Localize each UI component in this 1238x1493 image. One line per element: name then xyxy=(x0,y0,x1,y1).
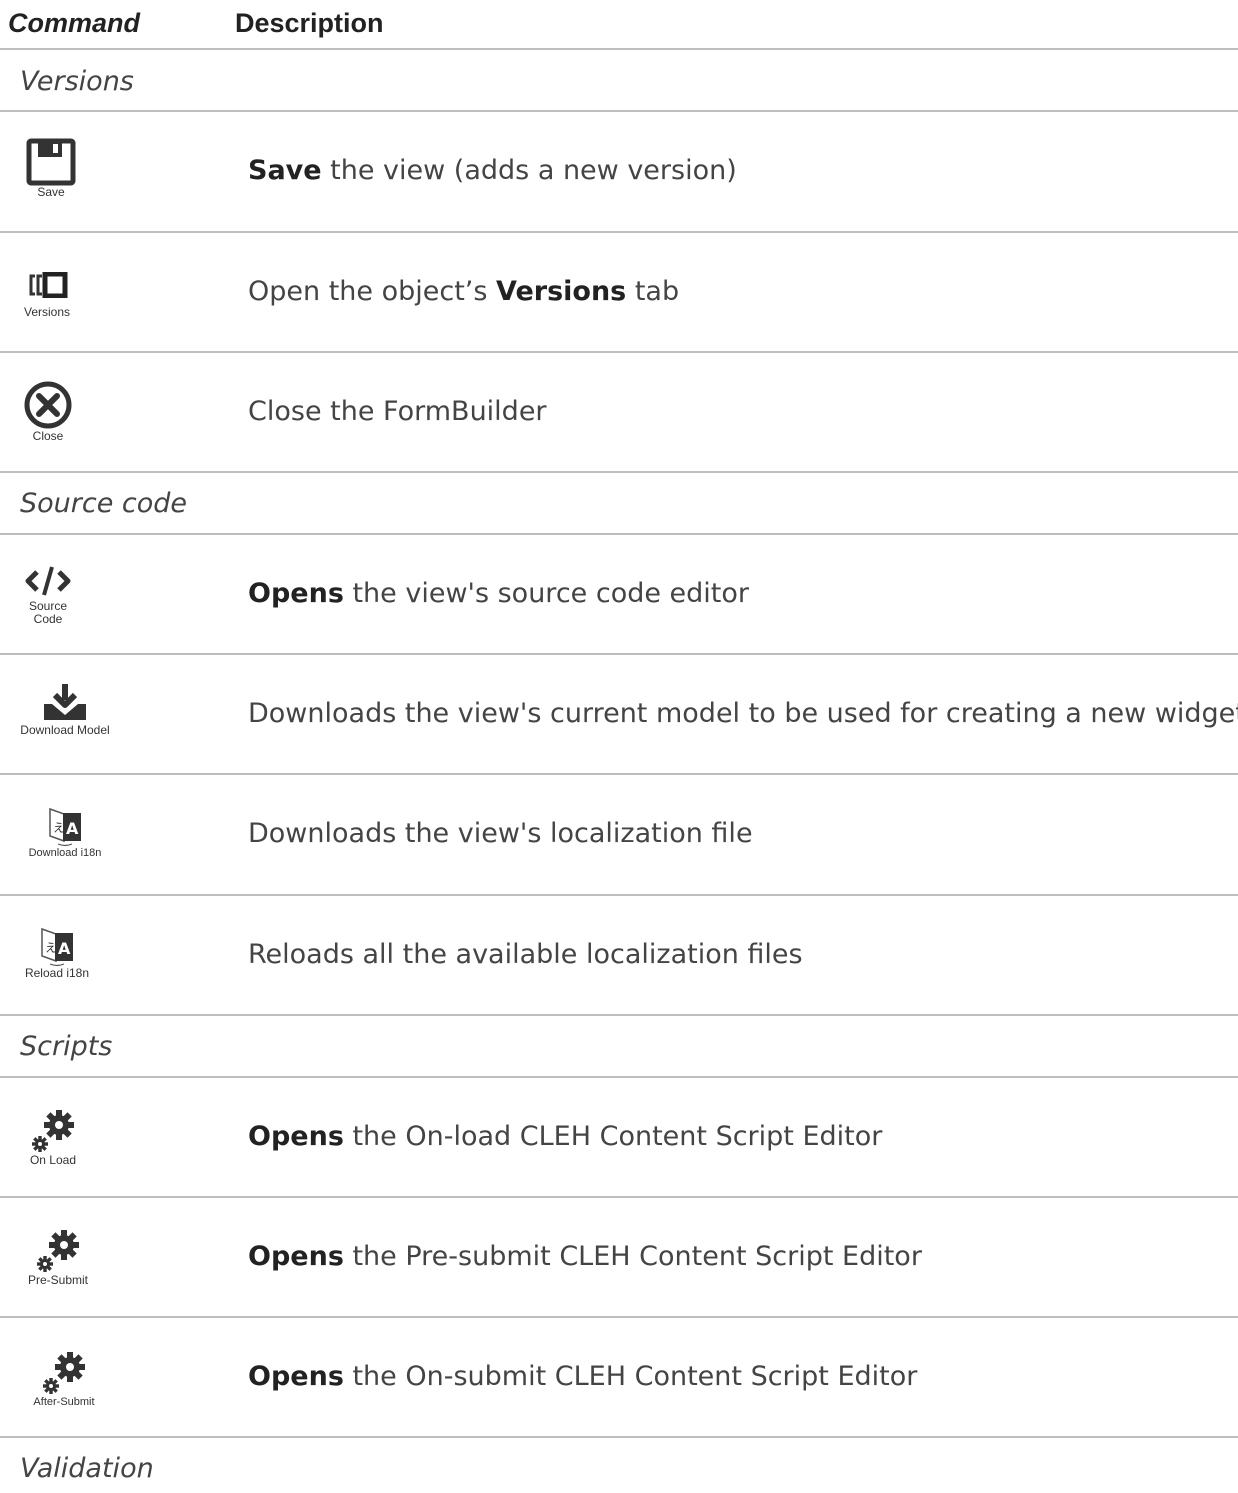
section-source-code: Source code xyxy=(20,488,188,519)
save-caption: Save xyxy=(37,185,65,199)
translate-icon: え A xyxy=(49,807,81,847)
divider xyxy=(0,231,1238,233)
divider xyxy=(0,471,1238,473)
reload-i18n-caption: Reload i18n xyxy=(24,966,90,980)
translate-icon: え A xyxy=(41,927,73,967)
divider xyxy=(0,1316,1238,1318)
download-i18n-description: Downloads the view's localization file xyxy=(248,818,753,849)
source-code-description: Opens the view's source code editor xyxy=(248,578,750,609)
download-model-caption: Download Model xyxy=(20,723,110,737)
reload-i18n-command[interactable]: え A Reload i18n xyxy=(18,925,96,980)
save-command[interactable]: Save xyxy=(22,138,80,199)
divider xyxy=(0,773,1238,775)
versions-icon xyxy=(29,272,68,298)
divider xyxy=(0,48,1238,50)
close-circle-icon xyxy=(24,381,72,429)
source-caption-line2: Code xyxy=(33,612,63,626)
source-code-command[interactable]: Source Code xyxy=(20,564,76,626)
divider xyxy=(0,1076,1238,1078)
svg-text:A: A xyxy=(66,819,79,838)
download-model-description: Downloads the view's current model to be… xyxy=(248,698,1238,729)
pre-submit-command[interactable]: Pre-Submit xyxy=(22,1228,94,1287)
floppy-disk-icon xyxy=(26,138,76,186)
section-versions: Versions xyxy=(20,66,134,97)
close-description: Close the FormBuilder xyxy=(248,396,547,427)
download-i18n-command[interactable]: え A Download i18n xyxy=(22,805,108,860)
download-model-command[interactable]: Download Model xyxy=(18,682,112,737)
download-i18n-caption: Download i18n xyxy=(28,847,102,859)
divider xyxy=(0,1196,1238,1198)
after-submit-command[interactable]: After-Submit xyxy=(24,1350,104,1409)
section-scripts: Scripts xyxy=(20,1031,113,1062)
divider xyxy=(0,351,1238,353)
reload-i18n-description: Reloads all the available localization f… xyxy=(248,939,803,970)
code-icon xyxy=(25,566,71,596)
versions-description: Open the object’s Versions tab xyxy=(248,276,680,307)
pre-submit-caption: Pre-Submit xyxy=(27,1273,89,1287)
versions-caption: Versions xyxy=(23,305,71,319)
gears-icon xyxy=(43,1352,85,1394)
on-load-command[interactable]: On Load xyxy=(20,1108,86,1167)
save-description: Save the view (adds a new version) xyxy=(248,155,737,186)
pre-submit-description: Opens the Pre-submit CLEH Content Script… xyxy=(248,1241,922,1272)
section-validation: Validation xyxy=(20,1453,154,1484)
gears-icon xyxy=(37,1230,79,1272)
divider xyxy=(0,110,1238,112)
gears-icon xyxy=(32,1110,74,1152)
on-load-caption: On Load xyxy=(29,1153,77,1167)
after-submit-description: Opens the On-submit CLEH Content Script … xyxy=(248,1361,918,1392)
divider xyxy=(0,1436,1238,1438)
divider xyxy=(0,894,1238,896)
divider xyxy=(0,653,1238,655)
versions-command[interactable]: Versions xyxy=(17,272,77,319)
close-command[interactable]: Close xyxy=(20,380,76,443)
divider xyxy=(0,1014,1238,1016)
description-column-header: Description xyxy=(235,8,384,38)
download-icon xyxy=(44,684,86,720)
command-column-header: Command xyxy=(8,8,141,38)
after-submit-caption: After-Submit xyxy=(33,1396,95,1408)
svg-text:A: A xyxy=(58,939,71,958)
on-load-description: Opens the On-load CLEH Content Script Ed… xyxy=(248,1121,883,1152)
divider xyxy=(0,533,1238,535)
close-caption: Close xyxy=(32,429,64,443)
